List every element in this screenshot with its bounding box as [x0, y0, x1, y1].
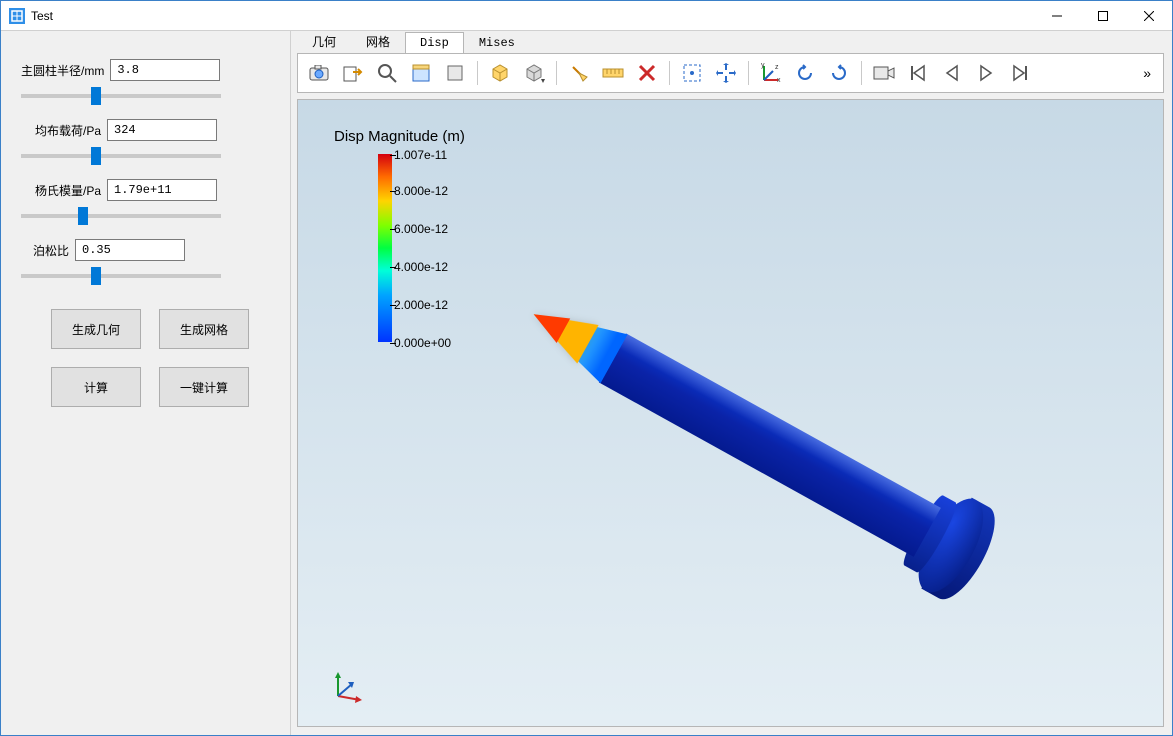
axes-icon[interactable]: z y x [756, 59, 786, 87]
legend-tick: 0.000e+00 [394, 336, 451, 350]
poisson-input[interactable] [75, 239, 185, 261]
legend-tick: 6.000e-12 [394, 222, 448, 236]
legend-tick: 2.000e-12 [394, 298, 448, 312]
camera-icon[interactable] [304, 59, 334, 87]
radius-input[interactable] [110, 59, 220, 81]
window-titlebar: Test [1, 1, 1172, 31]
young-slider[interactable] [21, 214, 221, 218]
legend-tick: 4.000e-12 [394, 260, 448, 274]
video-icon[interactable] [869, 59, 899, 87]
window-title: Test [31, 9, 53, 23]
svg-text:z: z [775, 64, 779, 71]
load-input[interactable] [107, 119, 217, 141]
delete-icon[interactable] [632, 59, 662, 87]
compute-button[interactable]: 计算 [51, 367, 141, 407]
broom-icon[interactable] [564, 59, 594, 87]
legend-tick: 8.000e-12 [394, 184, 448, 198]
svg-text:x: x [777, 77, 781, 83]
poisson-label: 泊松比 [21, 242, 69, 259]
export-icon[interactable] [338, 59, 368, 87]
generate-geometry-button[interactable]: 生成几何 [51, 309, 141, 349]
next-end-icon[interactable] [1005, 59, 1035, 87]
zoom-icon[interactable] [372, 59, 402, 87]
parameters-panel: 主圆柱半径/mm 均布载荷/Pa 杨氏模量/Pa 泊松比 [1, 31, 291, 735]
window-maximize-button[interactable] [1080, 1, 1126, 31]
cube-dropdown-icon[interactable] [519, 59, 549, 87]
generate-mesh-button[interactable]: 生成网格 [159, 309, 249, 349]
legend-title: Disp Magnitude (m) [334, 128, 465, 145]
tab-disp[interactable]: Disp [405, 32, 464, 54]
app-icon [9, 8, 25, 24]
select-rect-icon[interactable] [677, 59, 707, 87]
rotate-right-icon[interactable] [824, 59, 854, 87]
crosshair-icon[interactable] [711, 59, 741, 87]
fea-model-render [443, 167, 1072, 727]
load-slider[interactable] [21, 154, 221, 158]
one-click-compute-button[interactable]: 一键计算 [159, 367, 249, 407]
view-tabs: 几何 网格 Disp Mises [291, 31, 1172, 53]
young-label: 杨氏模量/Pa [21, 182, 101, 199]
cube-pick-icon[interactable] [485, 59, 515, 87]
radius-slider[interactable] [21, 94, 221, 98]
young-input[interactable] [107, 179, 217, 201]
load-label: 均布载荷/Pa [21, 122, 101, 139]
ruler-icon[interactable] [598, 59, 628, 87]
bbox-icon[interactable] [406, 59, 436, 87]
prev-icon[interactable] [937, 59, 967, 87]
svg-text:y: y [761, 63, 765, 69]
tab-geometry[interactable]: 几何 [297, 29, 351, 53]
window-minimize-button[interactable] [1034, 1, 1080, 31]
legend-colorbar [378, 154, 392, 342]
tab-mises[interactable]: Mises [464, 32, 530, 53]
tab-mesh[interactable]: 网格 [351, 29, 405, 53]
viewport-3d[interactable]: Disp Magnitude (m) 1.007e-11 8.000e-12 6… [297, 99, 1164, 727]
axis-triad-icon [328, 666, 368, 706]
poisson-slider[interactable] [21, 274, 221, 278]
prev-end-icon[interactable] [903, 59, 933, 87]
legend-tick: 1.007e-11 [394, 148, 447, 162]
rotate-left-icon[interactable] [790, 59, 820, 87]
window-close-button[interactable] [1126, 1, 1172, 31]
play-icon[interactable] [971, 59, 1001, 87]
radius-label: 主圆柱半径/mm [21, 62, 104, 79]
viewport-toolbar: z y x » [297, 53, 1164, 93]
surface-icon[interactable] [440, 59, 470, 87]
toolbar-overflow-icon[interactable]: » [1137, 65, 1157, 81]
